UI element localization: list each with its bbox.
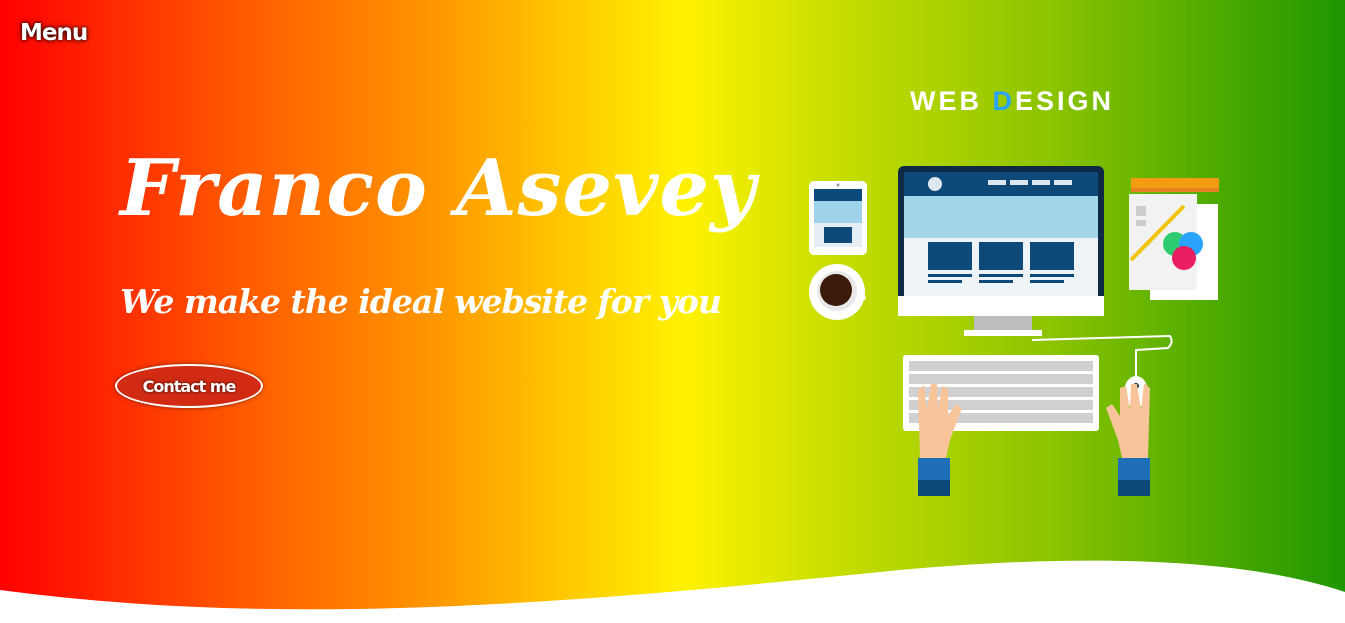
hero-title: Franco Asevey — [120, 143, 757, 234]
hero-subtitle: We make the ideal website for you — [120, 282, 722, 321]
tablet-icon — [809, 181, 867, 255]
menu-button[interactable]: Menu — [20, 20, 88, 46]
web-design-illustration — [809, 166, 1219, 496]
web-design-heading-accent: D — [992, 86, 1015, 116]
monitor-icon — [898, 166, 1104, 336]
color-palette-icon — [1129, 178, 1219, 300]
web-design-heading-part1: WEB — [910, 86, 993, 116]
coffee-cup-icon — [809, 264, 866, 320]
wave-divider — [0, 560, 1345, 623]
web-design-heading-part2: ESIGN — [1015, 86, 1115, 116]
web-design-heading: WEB DESIGN — [910, 86, 1114, 117]
contact-button[interactable]: Contact me — [115, 364, 263, 408]
